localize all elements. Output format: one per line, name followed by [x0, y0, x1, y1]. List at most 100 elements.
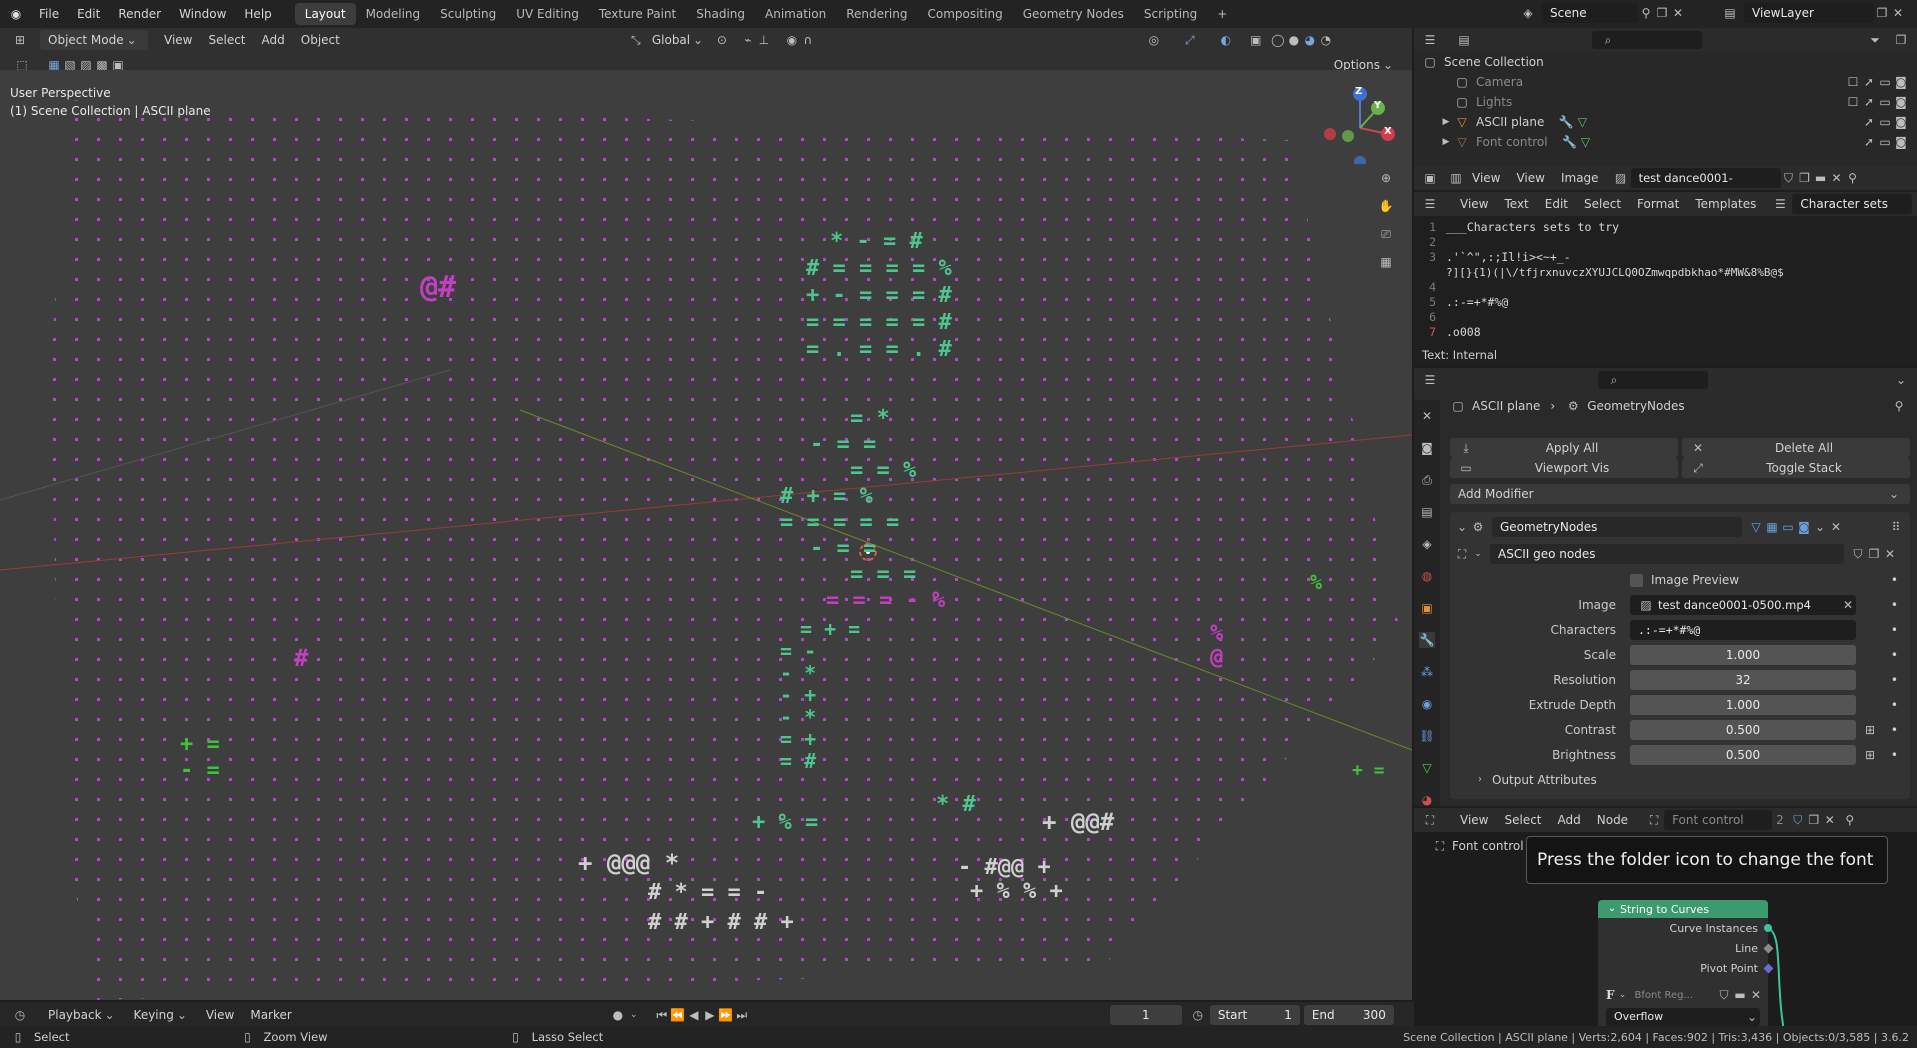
toggle-stack-button[interactable]: ⤢ Toggle Stack	[1682, 458, 1910, 478]
monitor-icon[interactable]: ▭	[1877, 94, 1893, 110]
close-icon[interactable]: ✕	[1882, 546, 1898, 562]
render-tab-icon[interactable]: ◙	[1419, 440, 1435, 456]
duplicate-icon[interactable]: ❐	[1797, 170, 1813, 186]
3d-viewport[interactable]: @# * - = # # = = = = % + - = = = # = = =…	[0, 70, 1412, 1000]
menu-add[interactable]: Add	[254, 30, 293, 50]
editor-type-icon[interactable]: ⛶	[1422, 812, 1438, 828]
menu-node[interactable]: Node	[1589, 810, 1636, 830]
overflow-dropdown[interactable]: Overflow ⌄	[1606, 1008, 1760, 1026]
shield-icon[interactable]: ⛉	[1716, 987, 1732, 1003]
jump-end-icon[interactable]: ⏭	[734, 1007, 750, 1023]
editor-type-icon[interactable]: ☰	[1422, 196, 1438, 212]
object-tab-icon[interactable]: ▣	[1419, 600, 1435, 616]
filter-icon[interactable]: ⏷	[1867, 32, 1883, 48]
tab-animation[interactable]: Animation	[755, 3, 836, 25]
pin-icon[interactable]: ⚲	[1842, 812, 1858, 828]
record-icon[interactable]: ●	[610, 1007, 626, 1023]
shield-icon[interactable]: ⛉	[1850, 546, 1866, 562]
tab-sculpting[interactable]: Sculpting	[430, 3, 506, 25]
pin-icon[interactable]: ⚲	[1891, 398, 1907, 414]
node-tree-icon[interactable]: ⛶	[1454, 546, 1470, 562]
viewlayer-name-field[interactable]: ViewLayer	[1744, 3, 1874, 23]
animate-dot-icon[interactable]: •	[1891, 673, 1898, 687]
prev-keyframe-icon[interactable]: ⏪	[670, 1007, 686, 1023]
camera-view-icon[interactable]: ⎚	[1378, 226, 1394, 242]
menu-add[interactable]: Add	[1550, 810, 1589, 830]
tab-layout[interactable]: Layout	[294, 3, 356, 25]
editor-type-icon[interactable]: ◷	[12, 1007, 28, 1023]
resolution-field[interactable]: 32	[1630, 669, 1856, 690]
image-name-field[interactable]: test dance0001-0500.mp4	[1630, 168, 1781, 205]
menu-select[interactable]: Select	[1496, 810, 1549, 830]
animate-dot-icon[interactable]: •	[1891, 573, 1898, 587]
expand-arrow-icon[interactable]: ▶	[1438, 134, 1454, 150]
scene-icon[interactable]: ◈	[1520, 5, 1536, 21]
duplicate-icon[interactable]: ❐	[1806, 812, 1822, 828]
select-icon[interactable]: ➚	[1861, 134, 1877, 150]
tab-texture-paint[interactable]: Texture Paint	[589, 3, 686, 25]
display-mode-icon[interactable]: ▤	[1456, 32, 1472, 48]
outliner-item-lights[interactable]: ▢ Lights ☐ ➚ ▭ ◙	[1414, 92, 1917, 112]
animate-dot-icon[interactable]: •	[1891, 698, 1898, 712]
blender-logo-icon[interactable]: ◉	[8, 6, 24, 22]
tab-rendering[interactable]: Rendering	[836, 3, 917, 25]
orientation-dropdown[interactable]: Global ⌄	[644, 30, 714, 50]
node-tree-field[interactable]: Font control	[1664, 810, 1773, 830]
new-scene-icon[interactable]: ❐	[1654, 5, 1670, 21]
render-camera-icon[interactable]: ◙	[1893, 94, 1909, 110]
folder-icon[interactable]: ▬	[1813, 170, 1829, 186]
navigation-gizmo[interactable]: Z Y X	[1318, 84, 1408, 168]
animate-dot-icon[interactable]: •	[1891, 723, 1898, 737]
mode-dropdown[interactable]: Object Mode ⌄	[40, 30, 148, 50]
view-layer-tab-icon[interactable]: ▤	[1419, 504, 1435, 520]
scene-tab-icon[interactable]: ◈	[1419, 536, 1435, 552]
data-tab-icon[interactable]: ▽	[1419, 760, 1435, 776]
animate-dot-icon[interactable]: •	[1891, 748, 1898, 762]
stopwatch-icon[interactable]: ◷	[1190, 1007, 1206, 1023]
play-reverse-icon[interactable]: ◀	[686, 1007, 702, 1023]
extrude-depth-field[interactable]: 1.000	[1630, 694, 1856, 715]
node-header[interactable]: ⌄ String to Curves	[1598, 900, 1768, 918]
chevron-down-icon[interactable]: ⌄	[1604, 901, 1620, 917]
render-camera-icon[interactable]: ◙	[1893, 134, 1909, 150]
add-workspace-button[interactable]: +	[1207, 3, 1237, 25]
close-icon[interactable]: ✕	[1890, 5, 1906, 21]
scale-field[interactable]: 1.000	[1630, 644, 1856, 665]
wrench-icon[interactable]: 🔧	[1558, 114, 1574, 130]
image-browse-icon[interactable]: ▨	[1613, 170, 1629, 186]
menu-select[interactable]: Select	[200, 30, 253, 50]
outliner-search-input[interactable]: ⌕	[1592, 31, 1702, 49]
chevron-down-icon[interactable]: ⌄	[1893, 372, 1909, 388]
add-modifier-dropdown[interactable]: Add Modifier ⌄	[1450, 484, 1910, 504]
select-icon[interactable]: ➚	[1861, 114, 1877, 130]
outliner-item-camera[interactable]: ▢ Camera ☐ ➚ ▭ ◙	[1414, 72, 1917, 92]
image-field[interactable]: ▨ test dance0001-0500.mp4 ✕	[1630, 594, 1856, 615]
outliner-scene-collection[interactable]: ▢ Scene Collection	[1414, 52, 1917, 72]
chevron-down-icon[interactable]: ⌄	[1454, 519, 1470, 535]
render-camera-icon[interactable]: ◙	[1893, 74, 1909, 90]
outliner-item-font-control[interactable]: ▶ ▽ Font control 🔧 ▽ ➚ ▭ ◙	[1414, 132, 1917, 152]
menu-text[interactable]: Text	[1496, 194, 1536, 214]
text-browse-icon[interactable]: ☰	[1772, 196, 1788, 212]
close-icon[interactable]: ✕	[1840, 597, 1856, 613]
menu-select[interactable]: Select	[1576, 194, 1629, 214]
menu-window[interactable]: Window	[170, 0, 235, 28]
editor-type-icon[interactable]: ☰	[1422, 372, 1438, 388]
characters-input[interactable]: .:-=+*#%@	[1630, 619, 1856, 640]
duplicate-icon[interactable]: ❐	[1866, 546, 1882, 562]
gizmo-toggle-icon[interactable]: ⤢	[1182, 32, 1198, 48]
pan-hand-icon[interactable]: ✋	[1378, 198, 1394, 214]
chevron-down-icon[interactable]: ⌄	[1615, 987, 1631, 1003]
monitor-icon[interactable]: ▭	[1877, 114, 1893, 130]
zoom-icon[interactable]: ⊕	[1378, 170, 1394, 186]
editor-type-icon[interactable]: ☰	[1422, 32, 1438, 48]
attribute-toggle-icon[interactable]: ⊞	[1862, 722, 1878, 738]
close-icon[interactable]: ✕	[1828, 519, 1844, 535]
chevron-down-icon[interactable]: ⌄	[1812, 519, 1828, 535]
select-icon[interactable]: ➚	[1861, 94, 1877, 110]
next-keyframe-icon[interactable]: ⏩	[718, 1007, 734, 1023]
tool-tab-icon[interactable]: ✕	[1419, 408, 1435, 424]
fake-user-shield-icon[interactable]: ⛉	[1790, 812, 1806, 828]
node-editor[interactable]: ⛶ View Select Add Node ⛶ Font control 2 …	[1414, 808, 1917, 1026]
tab-uv-editing[interactable]: UV Editing	[506, 3, 589, 25]
